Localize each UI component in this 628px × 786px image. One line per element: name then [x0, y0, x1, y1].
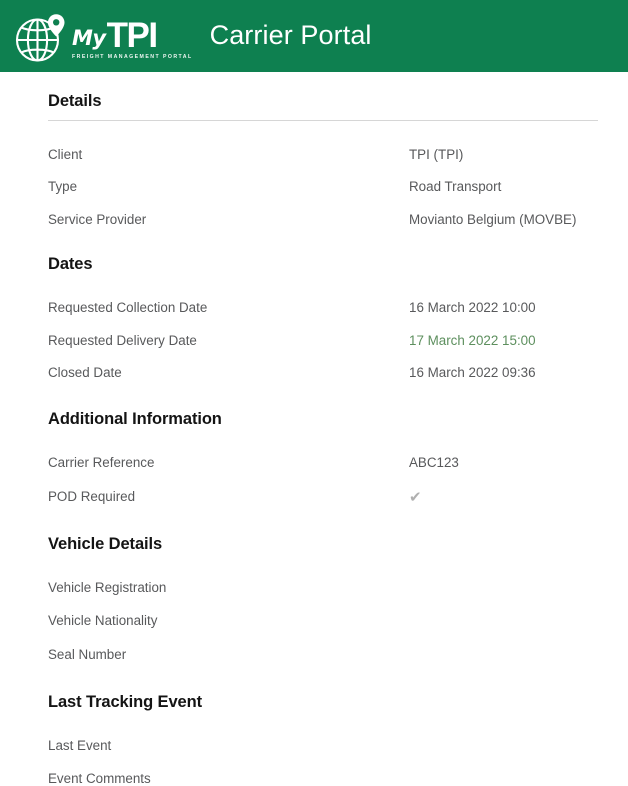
- field-row: Seal Number: [48, 646, 598, 662]
- field-row: Vehicle Registration: [48, 579, 598, 595]
- wordmark-tpi: TPI: [106, 16, 158, 55]
- field-row: Closed Date 16 March 2022 09:36: [48, 365, 598, 381]
- section-title-vehicle: Vehicle Details: [48, 534, 163, 553]
- section-title-tracking: Last Tracking Event: [48, 693, 202, 712]
- map-pin-shape: [47, 14, 65, 37]
- field-row: Requested Delivery Date 17 March 2022 15:…: [48, 332, 598, 348]
- field-label: Requested Collection Date: [48, 300, 208, 316]
- globe-location-pin-icon: [12, 8, 70, 66]
- field-value: TPI (TPI): [409, 147, 464, 162]
- section-title-dates: Dates: [48, 255, 93, 274]
- section-vehicle: Vehicle Details Vehicle Registration Vehic…: [48, 504, 598, 661]
- field-label: Carrier Reference: [48, 455, 155, 471]
- field-label: Client: [48, 147, 83, 162]
- brand-wordmark: My TPI FREIGHT MANAGEMENT PORTAL: [72, 7, 193, 60]
- field-row: Service Provider Movianto Belgium (MOVBE): [48, 211, 598, 227]
- field-value: 17 March 2022 15:00: [409, 332, 536, 348]
- section-tracking: Last Tracking Event Last Event Event Comme…: [48, 661, 598, 786]
- field-row: Carrier Reference ABC123: [48, 455, 598, 471]
- field-row: Event Comments: [48, 771, 598, 786]
- field-label: Vehicle Registration: [48, 579, 167, 595]
- field-row: Client TPI (TPI): [48, 147, 598, 162]
- field-label: Event Comments: [48, 771, 151, 786]
- section-additional: Additional Information Carrier Reference A…: [48, 379, 598, 504]
- brand-tagline: FREIGHT MANAGEMENT PORTAL: [72, 54, 193, 60]
- field-row: POD Required ✔: [48, 489, 598, 504]
- page-title: Carrier Portal: [209, 19, 372, 50]
- section-title-details: Details: [48, 92, 598, 121]
- field-value: Movianto Belgium (MOVBE): [409, 211, 577, 227]
- field-value: ABC123: [409, 455, 459, 471]
- field-label: Seal Number: [48, 646, 127, 662]
- field-value: Road Transport: [409, 179, 502, 195]
- field-row: Last Event: [48, 738, 598, 754]
- field-label: Closed Date: [48, 365, 122, 381]
- brand-logo[interactable]: My TPI FREIGHT MANAGEMENT PORTAL: [12, 7, 193, 65]
- field-value: 16 March 2022 10:00: [409, 300, 536, 316]
- app-header: My TPI FREIGHT MANAGEMENT PORTAL Carrier …: [0, 0, 628, 72]
- field-label: Type: [48, 179, 78, 195]
- section-details: Details Client TPI (TPI) Type Road Transport…: [48, 72, 598, 226]
- sections-host: Details Client TPI (TPI) Type Road Transport…: [48, 72, 598, 786]
- page-body: Details Client TPI (TPI) Type Road Transport…: [0, 72, 628, 786]
- check-mark-icon: ✔: [409, 488, 422, 506]
- field-label: Vehicle Nationality: [48, 613, 158, 629]
- field-row: Vehicle Nationality: [48, 613, 598, 629]
- section-title-additional: Additional Information: [48, 410, 222, 429]
- wordmark-my: My: [72, 26, 106, 50]
- field-label: Last Event: [48, 738, 112, 754]
- field-row: Type Road Transport: [48, 179, 598, 195]
- field-row: Requested Collection Date 16 March 2022 1…: [48, 300, 598, 316]
- field-label: Service Provider: [48, 211, 147, 227]
- section-dates: Dates Requested Collection Date 16 March 2…: [48, 226, 598, 379]
- field-label: POD Required: [48, 488, 136, 504]
- field-label: Requested Delivery Date: [48, 332, 197, 348]
- field-value: 16 March 2022 09:36: [409, 365, 536, 381]
